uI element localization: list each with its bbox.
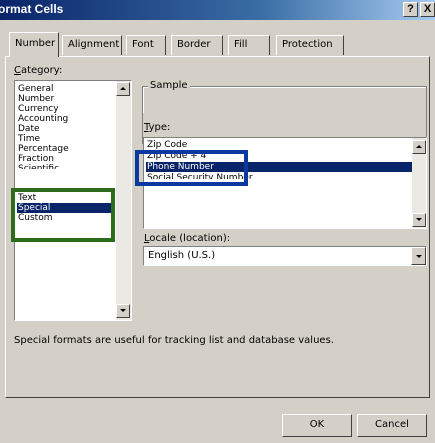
- list-item-selected[interactable]: Phone Number: [146, 162, 413, 172]
- list-item[interactable]: Zip Code: [146, 140, 188, 150]
- list-item[interactable]: Time: [17, 134, 41, 144]
- locale-dropdown-button[interactable]: [411, 247, 426, 265]
- arrow-up-icon: [416, 145, 422, 148]
- list-item[interactable]: Accounting: [17, 114, 69, 124]
- category-description: Special formats are useful for tracking …: [14, 335, 334, 346]
- format-cells-dialog: ormat Cells ? X Number Alignment Font Bo…: [0, 0, 435, 443]
- list-item[interactable]: Social Security Number: [146, 173, 254, 179]
- list-item-selected[interactable]: Special: [17, 203, 112, 213]
- category-label: Category:: [14, 65, 62, 76]
- category-scrollbar[interactable]: [116, 81, 131, 320]
- locale-value: English (U.S.): [148, 250, 216, 261]
- scroll-up-button[interactable]: [116, 82, 130, 96]
- panel-content: Category: General Number Currency Accoun…: [0, 0, 435, 443]
- list-item[interactable]: Scientific: [17, 164, 60, 169]
- list-item[interactable]: Currency: [17, 104, 60, 114]
- type-label-text: ype:: [148, 122, 171, 133]
- list-item[interactable]: Text: [17, 193, 37, 203]
- type-scrollbar[interactable]: [412, 138, 426, 228]
- list-item[interactable]: Percentage: [17, 144, 70, 154]
- arrow-down-icon: [416, 218, 422, 221]
- list-item[interactable]: Date: [17, 124, 41, 134]
- type-label: Type:: [144, 122, 170, 133]
- arrow-down-icon: [120, 309, 126, 312]
- list-item[interactable]: Zip Code + 4: [146, 151, 207, 161]
- list-item[interactable]: Fraction: [17, 154, 55, 164]
- locale-label-text: ocale (location):: [149, 233, 231, 244]
- scroll-down-button[interactable]: [116, 304, 130, 318]
- sample-group: [142, 86, 427, 144]
- arrow-up-icon: [120, 87, 126, 90]
- list-item[interactable]: Custom: [17, 213, 53, 223]
- category-list[interactable]: General Number Currency Accounting Date …: [14, 80, 132, 321]
- locale-label: Locale (location):: [144, 233, 230, 244]
- chevron-down-icon: [416, 255, 422, 258]
- sample-label: Sample: [148, 80, 190, 91]
- scroll-up-button[interactable]: [412, 140, 426, 154]
- type-list[interactable]: Zip Code Zip Code + 4 Phone Number Socia…: [143, 137, 427, 229]
- locale-dropdown[interactable]: English (U.S.): [143, 246, 427, 266]
- scroll-down-button[interactable]: [412, 213, 426, 227]
- list-item[interactable]: Number: [17, 94, 55, 104]
- category-label-text: ategory:: [20, 65, 63, 76]
- list-item[interactable]: General: [17, 84, 54, 94]
- category-label-mnemonic: C: [14, 65, 21, 76]
